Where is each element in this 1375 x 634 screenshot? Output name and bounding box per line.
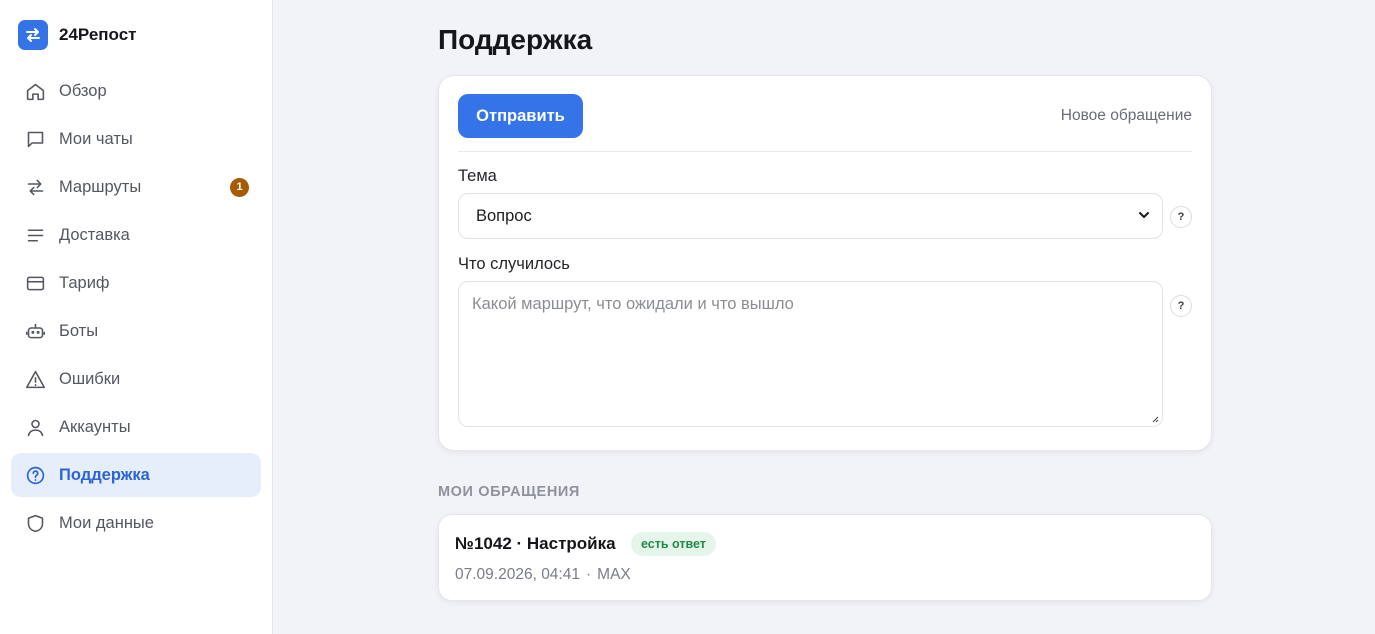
new-request-card: Отправить Новое обращение Тема Вопрос ? … [438,75,1212,451]
chat-icon [24,128,46,150]
status-badge: есть ответ [631,532,716,556]
card-header: Отправить Новое обращение [458,94,1192,152]
sidebar-item-label: Мои данные [59,513,154,532]
sidebar-item-label: Мои чаты [59,129,133,148]
swap-arrows-icon [18,20,48,50]
sidebar-item-label: Тариф [59,273,110,292]
sidebar-item-accounts[interactable]: Аккаунты [11,405,261,449]
request-title: №1042 · Настройка [455,534,616,553]
topic-select-value: Вопрос [476,206,532,225]
brand[interactable]: 24Репост [11,20,261,50]
sidebar-item-label: Аккаунты [59,417,131,436]
request-channel: MAX [597,566,631,583]
help-circle-icon [24,464,46,486]
sidebar-item-errors[interactable]: Ошибки [11,357,261,401]
request-datetime: 07.09.2026, 04:41 [455,566,580,583]
warning-icon [24,368,46,390]
shield-icon [24,512,46,534]
sidebar-item-label: Маршруты [59,177,142,196]
swap-arrows-icon [24,176,46,198]
chevron-down-icon [1138,207,1150,226]
request-meta: 07.09.2026, 04:41 · MAX [455,566,631,584]
details-placeholder: Какой маршрут, что ожидали и что вышло [472,295,794,313]
sidebar-item-support[interactable]: Поддержка [11,453,261,497]
sidebar-item-routes[interactable]: Маршруты 1 [11,165,261,209]
user-icon [24,416,46,438]
topic-help-icon[interactable]: ? [1170,206,1192,228]
topic-label: Тема [458,167,497,185]
notification-badge: 1 [230,177,249,197]
sidebar-item-label: Ошибки [59,369,121,388]
sidebar-nav: Обзор Мои чаты Маршруты 1 Доставка Тариф… [11,69,261,545]
sidebar-item-label: Доставка [59,225,130,244]
lines-icon [24,224,46,246]
sidebar-item-my-data[interactable]: Мои данные [11,501,261,545]
sidebar-item-overview[interactable]: Обзор [11,69,261,113]
main-content: Поддержка Отправить Новое обращение Тема… [273,0,1375,634]
sidebar-item-tariff[interactable]: Тариф [11,261,261,305]
bot-icon [24,320,46,342]
topic-select[interactable]: Вопрос [458,193,1163,239]
details-label: Что случилось [458,255,570,273]
card-icon [24,272,46,294]
brand-name: 24Репост [59,25,137,44]
sidebar-item-delivery[interactable]: Доставка [11,213,261,257]
meta-separator: · [585,566,592,583]
home-icon [24,80,46,102]
sidebar-item-chats[interactable]: Мои чаты [11,117,261,161]
resize-grip-icon[interactable] [1151,415,1159,423]
details-textarea[interactable]: Какой маршрут, что ожидали и что вышло [458,281,1163,427]
my-requests-title: МОИ ОБРАЩЕНИЯ [438,484,580,500]
new-request-label: Новое обращение [1060,107,1192,124]
sidebar: 24Репост Обзор Мои чаты Маршруты 1 Доста… [0,0,273,634]
sidebar-item-label: Обзор [59,81,107,100]
page-title: Поддержка [438,24,593,55]
send-button[interactable]: Отправить [458,94,583,138]
details-help-icon[interactable]: ? [1170,295,1192,317]
request-item[interactable]: №1042 · Настройка есть ответ 07.09.2026,… [438,514,1212,601]
sidebar-item-label: Боты [59,321,99,340]
sidebar-item-bots[interactable]: Боты [11,309,261,353]
sidebar-item-label: Поддержка [59,465,150,484]
